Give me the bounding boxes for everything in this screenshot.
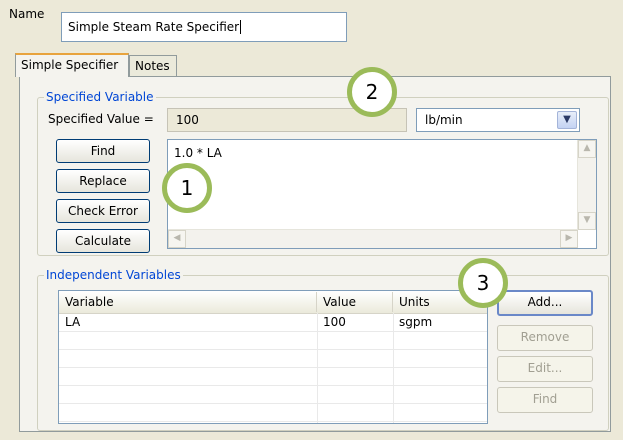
text-caret: [240, 20, 242, 34]
scroll-up-icon[interactable]: ▲: [578, 140, 596, 158]
add-button[interactable]: Add...: [497, 290, 593, 316]
callout-3: 3: [458, 258, 508, 308]
cell-variable: LA: [65, 315, 81, 329]
table-row-empty: [59, 404, 487, 422]
tab-simple-specifier[interactable]: Simple Specifier: [15, 53, 129, 77]
horizontal-scrollbar[interactable]: ◀ ▶: [168, 229, 578, 248]
table-row-empty: [59, 368, 487, 386]
vertical-scrollbar[interactable]: ▲ ▼: [577, 140, 596, 230]
name-value: Simple Steam Rate Specifier: [68, 20, 240, 34]
formula-text: 1.0 * LA: [174, 146, 222, 160]
check-error-button[interactable]: Check Error: [56, 199, 150, 223]
unit-select[interactable]: lb/min ▼: [416, 108, 580, 132]
remove-button[interactable]: Remove: [497, 325, 593, 351]
scroll-right-icon[interactable]: ▶: [560, 230, 578, 248]
table-header: Variable Value Units: [59, 291, 487, 314]
name-input[interactable]: Simple Steam Rate Specifier: [61, 12, 347, 42]
specified-variable-legend: Specified Variable: [46, 90, 154, 104]
cell-value: 100: [323, 315, 346, 329]
column-header-value[interactable]: Value: [317, 292, 393, 312]
find-variable-button[interactable]: Find: [497, 387, 593, 413]
name-label: Name: [9, 7, 45, 21]
chevron-down-icon[interactable]: ▼: [557, 111, 577, 129]
callout-1: 1: [162, 163, 212, 213]
replace-button[interactable]: Replace: [56, 169, 150, 193]
scroll-left-icon[interactable]: ◀: [168, 230, 186, 248]
table-row-empty: [59, 350, 487, 368]
callout-2: 2: [347, 67, 397, 117]
calculate-button[interactable]: Calculate: [56, 229, 150, 253]
table-row-empty: [59, 386, 487, 404]
independent-variables-legend: Independent Variables: [46, 268, 181, 282]
tab-notes[interactable]: Notes: [129, 55, 177, 77]
table-row[interactable]: LA 100 sgpm: [59, 314, 487, 332]
formula-editor[interactable]: 1.0 * LA ▲ ▼ ◀ ▶: [167, 139, 597, 249]
specified-value-label: Specified Value =: [48, 112, 154, 126]
find-button[interactable]: Find: [56, 139, 150, 163]
cell-units: sgpm: [399, 315, 433, 329]
independent-variables-table[interactable]: Variable Value Units LA 100 sgpm: [58, 290, 488, 424]
unit-select-value: lb/min: [425, 113, 463, 127]
scroll-down-icon[interactable]: ▼: [578, 212, 596, 230]
edit-button[interactable]: Edit...: [497, 356, 593, 382]
table-row-empty: [59, 332, 487, 350]
column-header-variable[interactable]: Variable: [59, 292, 317, 312]
